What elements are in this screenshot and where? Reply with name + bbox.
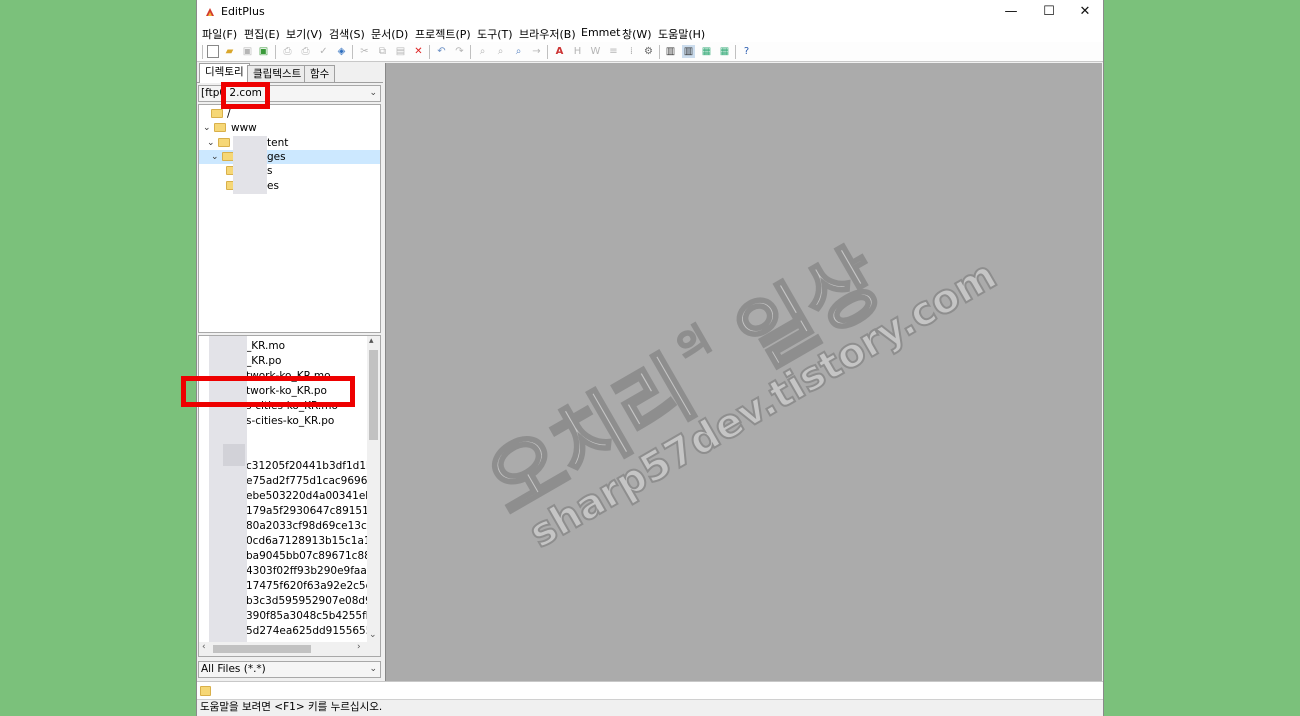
tab-directory[interactable]: 디렉토리 [199,63,250,83]
menu-browser[interactable]: 브라우저(B) [519,26,576,42]
toolbar-separator [202,45,203,59]
folder-icon [214,123,226,132]
tree-item[interactable]: ⌄ tent [199,136,380,150]
tree-item[interactable]: es [199,179,380,193]
save-all-icon[interactable]: ▣ [257,45,270,58]
new-file-icon[interactable] [207,45,219,58]
open-folder-icon[interactable]: ▰ [223,45,236,58]
side-tabs: 디렉토리 클립텍스트 함수 [197,63,383,83]
folder-icon [211,109,223,118]
cliptext-icon[interactable]: ▦ [700,45,713,58]
menu-search[interactable]: 검색(S) [329,26,365,42]
paste-icon[interactable]: ▤ [394,45,407,58]
chevron-down-icon: ⌄ [369,88,377,98]
print-icon[interactable]: ⎙ [299,45,312,58]
file-filter-select[interactable]: All Files (*.*) ⌄ [198,661,381,678]
find-in-files-icon[interactable]: ⌕ [512,45,525,58]
menu-document[interactable]: 문서(D) [371,26,408,42]
window-title: EditPlus [221,5,265,18]
tab-functions[interactable]: 함수 [304,65,336,82]
directory-tree: / ⌄ www ⌄ tent ⌄ ges s es [198,104,381,333]
highlight-box [221,82,270,109]
title-bar[interactable]: EditPlus — ☐ ✕ [197,0,1103,24]
cut-icon[interactable]: ✂ [358,45,371,58]
scrollbar-thumb[interactable] [369,350,378,440]
chevron-down-icon[interactable]: ⌄ [211,150,219,164]
status-text: 도움말을 보려면 <F1> 키를 누르십시오. [200,701,383,713]
menu-tools[interactable]: 도구(T) [477,26,513,42]
toolbar-separator [429,45,430,59]
editplus-window: EditPlus — ☐ ✕ 파일(F) 편집(E) 보기(V) 검색(S) 문… [196,0,1104,716]
path-bar [197,681,1103,699]
output-window-icon[interactable]: ▥ [682,45,695,58]
word-wrap-icon[interactable]: W [589,45,602,58]
browser-preview-icon[interactable]: ◈ [335,45,348,58]
context-help-icon[interactable]: ? [740,45,753,58]
find-icon[interactable]: ⌕ [476,45,489,58]
tab-cliptext[interactable]: 클립텍스트 [247,65,308,82]
menu-bar: 파일(F) 편집(E) 보기(V) 검색(S) 문서(D) 프로젝트(P) 도구… [197,24,1103,42]
redaction-blur [223,444,245,466]
menu-help[interactable]: 도움말(H) [658,26,705,42]
replace-icon[interactable]: ⌕ [494,45,507,58]
toolbar-separator [547,45,548,59]
tree-item[interactable]: / [199,107,380,121]
html-tag-icon[interactable]: H [571,45,584,58]
toolbar-separator [275,45,276,59]
folder-icon [200,686,211,696]
tree-item[interactable]: s [199,164,380,178]
ruler-icon[interactable]: ⁞ [625,45,638,58]
redaction-blur [233,136,267,194]
file-filter-value: All Files (*.*) [201,663,266,675]
file-list-horizontal-scrollbar[interactable]: ‹ › [199,642,380,656]
toolbar: ▰ ▣ ▣ ⎙ ⎙ ✓ ◈ ✂ ⧉ ▤ ✕ ↶ ↷ ⌕ ⌕ ⌕ → A H W … [197,42,1103,62]
print-preview-icon[interactable]: ⎙ [281,45,294,58]
chevron-down-icon[interactable]: ⌄ [203,121,211,135]
redo-icon[interactable]: ↷ [453,45,466,58]
menu-project[interactable]: 프로젝트(P) [415,26,471,42]
menu-window[interactable]: 창(W) [622,26,652,42]
menu-file[interactable]: 파일(F) [202,26,237,42]
file-list-vertical-scrollbar[interactable]: ▴ ⌄ [367,336,380,642]
scroll-up-icon[interactable]: ▴ [369,336,374,346]
folder-icon [218,138,230,147]
scroll-left-icon[interactable]: ‹ [202,642,206,652]
gear-icon[interactable]: ⚙ [642,45,655,58]
scroll-right-icon[interactable]: › [357,642,361,652]
tree-item[interactable]: ⌄ www [199,121,380,135]
font-icon[interactable]: A [553,45,566,58]
delete-icon[interactable]: ✕ [412,45,425,58]
toolbar-separator [470,45,471,59]
highlight-box [181,376,355,407]
minimize-button[interactable]: — [993,0,1029,24]
status-bar: 도움말을 보려면 <F1> 키를 누르십시오. [197,699,1103,716]
fullscreen-icon[interactable]: ▦ [718,45,731,58]
toolbar-separator [352,45,353,59]
close-button[interactable]: ✕ [1067,0,1103,24]
scrollbar-thumb[interactable] [213,645,311,653]
chevron-down-icon: ⌄ [369,664,377,674]
chevron-down-icon[interactable]: ⌄ [207,136,215,150]
menu-edit[interactable]: 편집(E) [244,26,280,42]
goto-icon[interactable]: → [530,45,543,58]
maximize-button[interactable]: ☐ [1031,0,1067,24]
toolbar-separator [659,45,660,59]
side-panel: 디렉토리 클립텍스트 함수 [ftp0 2.com ⌄ / ⌄ www ⌄ te… [197,63,383,681]
line-number-icon[interactable]: ≡ [607,45,620,58]
scroll-down-icon[interactable]: ⌄ [369,630,377,640]
save-icon[interactable]: ▣ [241,45,254,58]
undo-icon[interactable]: ↶ [435,45,448,58]
editplus-logo-icon [206,8,214,16]
spell-check-icon[interactable]: ✓ [317,45,330,58]
menu-view[interactable]: 보기(V) [286,26,322,42]
tree-item-selected[interactable]: ⌄ ges [199,150,380,164]
directory-window-icon[interactable]: ▥ [664,45,677,58]
menu-emmet[interactable]: Emmet [581,26,620,39]
editor-area[interactable] [385,63,1102,681]
toolbar-separator [735,45,736,59]
copy-icon[interactable]: ⧉ [376,45,389,58]
